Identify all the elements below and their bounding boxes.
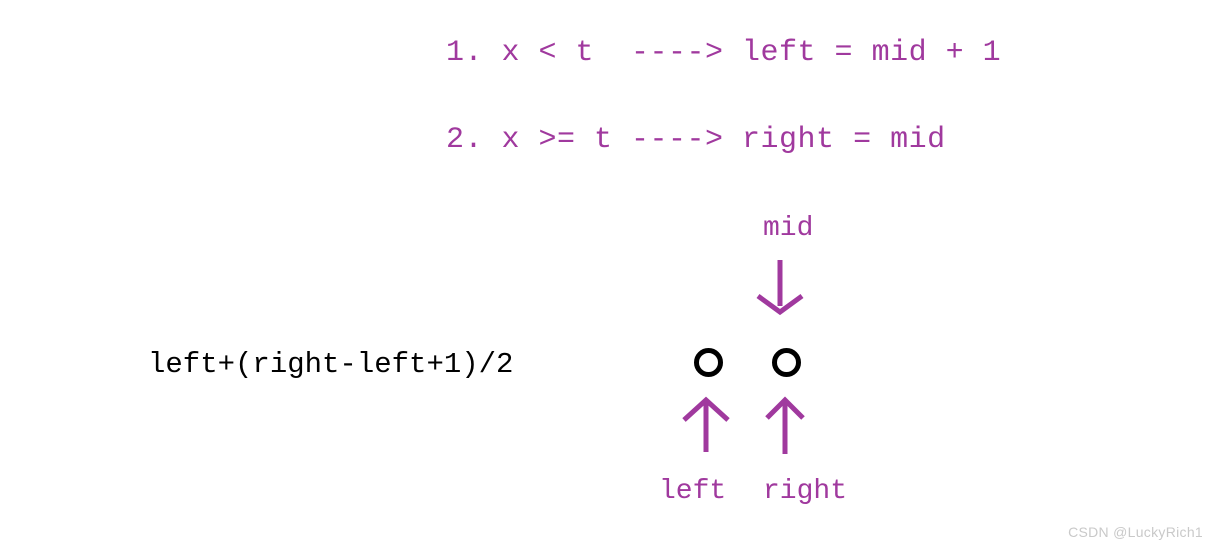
rule-line-1: 1. x < t ----> left = mid + 1 — [446, 36, 1002, 70]
diagram-canvas: 1. x < t ----> left = mid + 1 2. x >= t … — [0, 0, 1215, 548]
up-arrow-icon-right — [765, 396, 805, 454]
mid-formula-text: left+(right-left+1)/2 — [148, 348, 514, 381]
up-arrow-icon-left — [682, 396, 730, 452]
down-arrow-icon — [756, 260, 804, 316]
left-pointer-label: left — [659, 476, 727, 507]
right-pointer-label: right — [763, 476, 848, 507]
watermark-text: CSDN @LuckyRich1 — [1068, 524, 1203, 540]
node-left-circle — [694, 348, 723, 377]
rule-line-2: 2. x >= t ----> right = mid — [446, 123, 946, 157]
node-right-circle — [772, 348, 801, 377]
mid-pointer-label: mid — [763, 213, 814, 244]
